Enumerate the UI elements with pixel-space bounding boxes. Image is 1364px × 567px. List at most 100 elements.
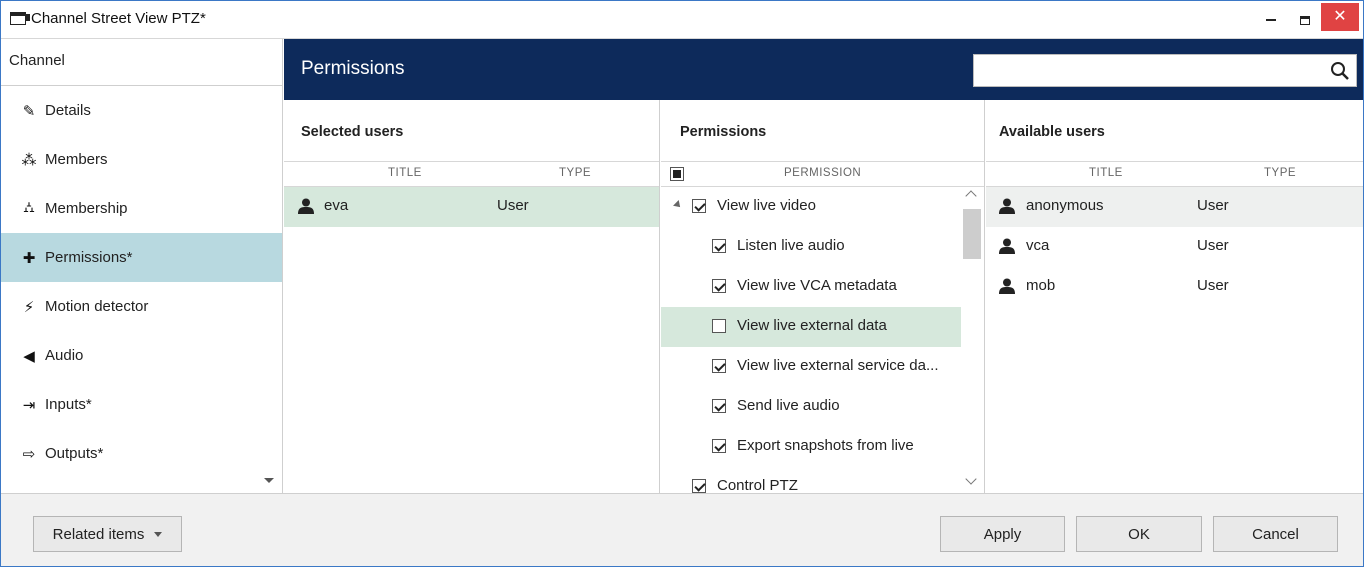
sidebar-item-outputs[interactable]: ⇨ Outputs* — [1, 429, 282, 478]
table-row[interactable]: eva User — [284, 187, 659, 227]
sidebar-item-audio[interactable]: ◀ Audio — [1, 331, 282, 380]
available-users-panel: Available users TITLE TYPE anonymous User… — [986, 100, 1363, 493]
running-person-icon: ⚡ — [23, 298, 35, 316]
minimize-button[interactable] — [1253, 1, 1289, 39]
permission-label: Listen live audio — [737, 237, 845, 254]
sidebar-item-permissions[interactable]: ✚ Permissions* — [1, 233, 282, 282]
user-title: mob — [1026, 277, 1056, 294]
sidebar-item-motion-detector[interactable]: ⚡ Motion detector — [1, 282, 282, 331]
chevron-down-icon — [154, 531, 163, 537]
search-icon[interactable] — [1330, 61, 1350, 81]
sidebar-item-label: Permissions* — [45, 249, 133, 266]
sidebar-item-label: Motion detector — [45, 298, 149, 315]
permission-checkbox[interactable] — [712, 239, 726, 253]
permission-checkbox[interactable] — [712, 439, 726, 453]
sidebar-scroll-down-icon[interactable] — [264, 478, 274, 483]
content-header: Permissions — [284, 39, 1363, 100]
table-row[interactable]: anonymous User — [986, 187, 1363, 227]
pencil-icon: ✎ — [22, 102, 36, 120]
speaker-icon: ◀ — [23, 347, 35, 365]
user-type: User — [1197, 197, 1229, 214]
input-icon: ⇥ — [22, 396, 36, 414]
scroll-down-icon[interactable] — [965, 473, 977, 485]
output-icon: ⇨ — [22, 445, 36, 463]
permission-item[interactable]: View live video — [661, 187, 961, 227]
user-icon — [999, 198, 1015, 214]
sidebar-list: ✎ Details ⁂ Members ⛼ Membership ✚ Permissions*… — [1, 86, 282, 478]
maximize-button[interactable] — [1287, 1, 1323, 39]
sidebar-item-label: Outputs* — [45, 445, 104, 462]
sidebar-item-inputs[interactable]: ⇥ Inputs* — [1, 380, 282, 429]
available-users-heading: Available users — [999, 124, 1105, 140]
user-type: User — [497, 197, 529, 214]
permissions-panel: Permissions PERMISSION View live video Li… — [661, 100, 985, 494]
permission-checkbox[interactable] — [692, 199, 706, 213]
window-icon — [10, 12, 30, 25]
user-type: User — [1197, 277, 1229, 294]
ok-button[interactable]: OK — [1076, 516, 1202, 552]
window-title: Channel Street View PTZ* — [31, 10, 206, 27]
column-header-type[interactable]: TYPE — [1264, 167, 1296, 179]
user-icon — [298, 198, 314, 214]
page-title: Permissions — [301, 58, 405, 79]
dialog-footer: Related items Apply OK Cancel — [1, 493, 1363, 566]
maximize-icon — [1300, 15, 1310, 25]
selected-users-grid-header: TITLE TYPE — [284, 161, 659, 187]
sidebar-item-label: Members — [45, 151, 108, 168]
permission-checkbox[interactable] — [692, 479, 706, 493]
permission-label: View live external data — [737, 317, 887, 334]
sidebar-item-label: Audio — [45, 347, 84, 364]
puzzle-icon: ✚ — [22, 249, 36, 267]
column-header-type[interactable]: TYPE — [559, 167, 591, 179]
scroll-thumb[interactable] — [963, 209, 981, 259]
membership-icon: ⛼ — [23, 199, 35, 216]
permission-item[interactable]: Send live audio — [661, 387, 961, 427]
sidebar: Channel ✎ Details ⁂ Members ⛼ Membership ✚ Perm… — [1, 39, 283, 493]
sidebar-item-membership[interactable]: ⛼ Membership — [1, 184, 282, 233]
related-items-button[interactable]: Related items — [33, 516, 182, 552]
permission-item[interactable]: View live VCA metadata — [661, 267, 961, 307]
permissions-scrollbar[interactable] — [962, 188, 983, 493]
sidebar-item-label: Membership — [45, 200, 128, 217]
permission-label: Export snapshots from live — [737, 437, 914, 454]
selected-users-list: eva User — [284, 187, 659, 227]
permission-item[interactable]: View live external service da... — [661, 347, 961, 387]
permission-label: View live external service da... — [737, 357, 939, 374]
sidebar-item-members[interactable]: ⁂ Members — [1, 135, 282, 184]
column-header-title[interactable]: TITLE — [1089, 167, 1123, 179]
minimize-icon — [1266, 19, 1276, 22]
dialog-window: Channel Street View PTZ* ✕ Channel ✎ Deta… — [0, 0, 1364, 567]
title-bar: Channel Street View PTZ* ✕ — [1, 1, 1363, 39]
permission-checkbox[interactable] — [712, 279, 726, 293]
sidebar-item-details[interactable]: ✎ Details — [1, 86, 282, 135]
sidebar-header: Channel — [1, 39, 282, 86]
selected-users-panel: Selected users TITLE TYPE eva User — [284, 100, 660, 493]
apply-button[interactable]: Apply — [940, 516, 1065, 552]
column-header-permission[interactable]: PERMISSION — [784, 167, 861, 179]
available-users-grid-header: TITLE TYPE — [986, 161, 1363, 187]
cancel-button[interactable]: Cancel — [1213, 516, 1338, 552]
user-title: eva — [324, 197, 349, 214]
table-row[interactable]: mob User — [986, 267, 1363, 307]
permission-label: View live VCA metadata — [737, 277, 897, 294]
permission-item[interactable]: View live external data — [661, 307, 961, 347]
permission-label: Send live audio — [737, 397, 840, 414]
select-all-checkbox[interactable] — [670, 167, 684, 181]
permission-checkbox[interactable] — [712, 319, 726, 333]
search-input[interactable] — [974, 55, 1314, 86]
related-items-label: Related items — [52, 525, 145, 543]
permission-checkbox[interactable] — [712, 359, 726, 373]
permission-checkbox[interactable] — [712, 399, 726, 413]
table-row[interactable]: vca User — [986, 227, 1363, 267]
selected-users-heading: Selected users — [301, 124, 404, 140]
permission-label: Control PTZ — [717, 477, 798, 494]
column-header-title[interactable]: TITLE — [388, 167, 422, 179]
members-icon: ⁂ — [21, 151, 37, 169]
user-icon — [999, 238, 1015, 254]
scroll-up-icon[interactable] — [965, 190, 977, 202]
permission-item[interactable]: Listen live audio — [661, 227, 961, 267]
expander-icon[interactable] — [673, 200, 683, 210]
close-button[interactable]: ✕ — [1321, 3, 1359, 31]
sidebar-item-label: Inputs* — [45, 396, 92, 413]
permission-item[interactable]: Export snapshots from live — [661, 427, 961, 467]
